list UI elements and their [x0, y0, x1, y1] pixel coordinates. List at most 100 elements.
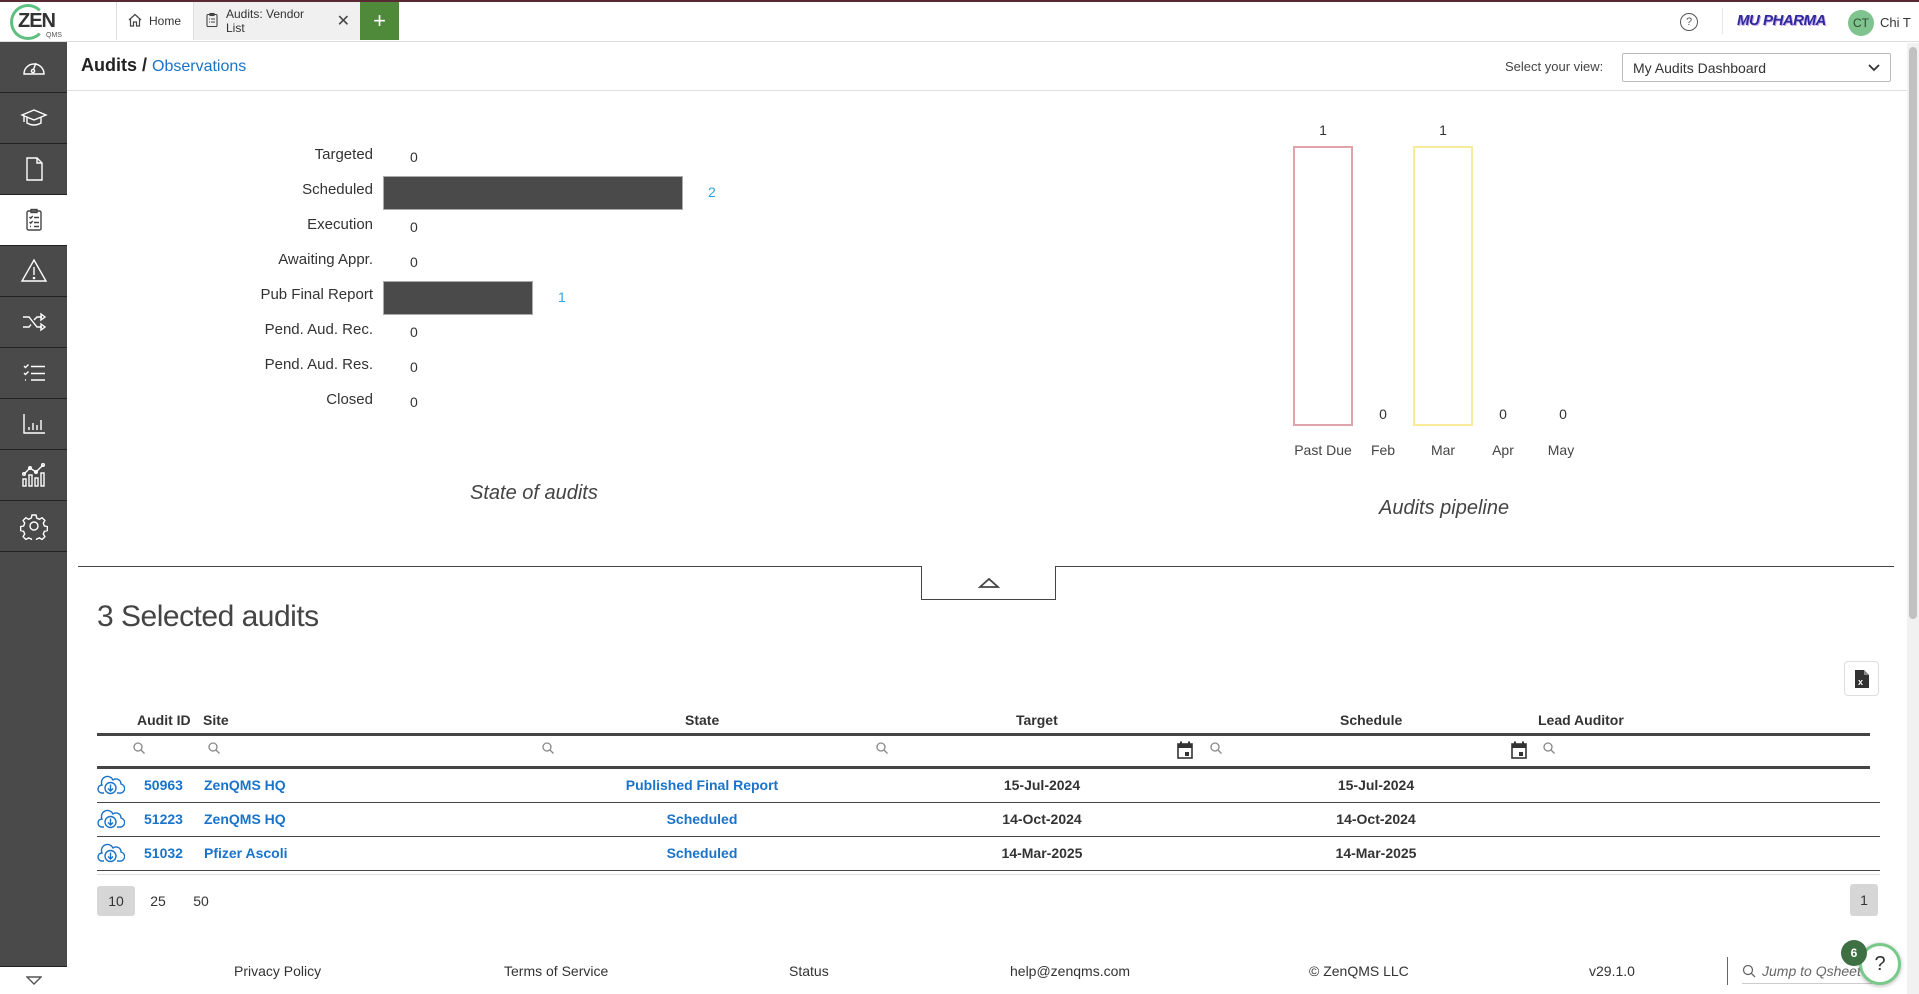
pipeline-chart-value-label: 1 [1319, 122, 1327, 138]
state-chart-bar[interactable] [383, 176, 683, 210]
breadcrumb: Audits / Observations [81, 55, 246, 76]
warning-icon [20, 258, 47, 282]
page-number-button[interactable]: 1 [1850, 884, 1878, 916]
state-of-audits-chart: Targeted 0 Scheduled 2 Execution 0 Awaiting Ap… [200, 140, 740, 440]
chevron-down-icon [1868, 63, 1880, 71]
user-name[interactable]: Chi T [1880, 15, 1911, 30]
page-size-50[interactable]: 50 [184, 886, 218, 916]
state-chart-row: Execution 0 [200, 210, 740, 244]
schedule-date: 14-Mar-2025 [1335, 845, 1417, 861]
sidebar-item-tasks[interactable] [0, 348, 67, 399]
clipboard-checklist-icon [25, 208, 42, 231]
state-chart-category-label: Scheduled [302, 181, 373, 198]
filter-site-search-icon[interactable] [207, 741, 221, 755]
trend-chart-icon [21, 463, 45, 487]
filter-schedule-search-icon[interactable] [1209, 741, 1223, 755]
sidebar-item-audits[interactable] [0, 195, 67, 246]
page-size-10[interactable]: 10 [97, 886, 135, 916]
status-link[interactable]: Status [789, 963, 829, 979]
schedule-calendar-icon[interactable] [1511, 741, 1527, 759]
audit-id-link[interactable]: 51223 [144, 811, 183, 827]
scrollbar-thumb[interactable] [1909, 47, 1917, 619]
excel-export-icon: x [1854, 669, 1869, 688]
chevron-up-icon [977, 577, 1000, 588]
company-brand-logo: MU PHARMA [1737, 12, 1826, 29]
column-header-state[interactable]: State [685, 712, 719, 728]
breadcrumb-observations-link[interactable]: Observations [152, 58, 246, 75]
state-chart-value-label: 0 [410, 394, 418, 410]
pipeline-chart-value-label: 0 [1559, 406, 1567, 422]
user-avatar[interactable]: CT [1848, 10, 1874, 36]
audits-pipeline-chart: 1 Past Due 0 Feb 1 Mar 0 Apr 0 May [1270, 110, 1600, 530]
column-header-lead-auditor[interactable]: Lead Auditor [1538, 712, 1624, 728]
state-chart-category-label: Targeted [314, 146, 373, 163]
column-header-target[interactable]: Target [1016, 712, 1058, 728]
table-bottom-rule [97, 874, 1880, 875]
page-size-25[interactable]: 25 [141, 886, 175, 916]
support-email-link[interactable]: help@zenqms.com [1010, 963, 1130, 979]
add-tab-button[interactable]: + [360, 2, 399, 40]
sidebar-item-reports[interactable] [0, 399, 67, 450]
site-link[interactable]: ZenQMS HQ [204, 777, 286, 793]
filter-state-search-icon[interactable] [541, 741, 555, 755]
sidebar-item-training[interactable] [0, 93, 67, 144]
target-calendar-icon[interactable] [1177, 741, 1193, 759]
bar-chart-icon [22, 414, 45, 434]
state-link[interactable]: Scheduled [577, 811, 827, 827]
column-header-audit-id[interactable]: Audit ID [137, 712, 191, 728]
state-chart-bar[interactable] [383, 281, 533, 315]
terms-of-service-link[interactable]: Terms of Service [504, 963, 608, 979]
close-tab-icon[interactable]: ✕ [337, 11, 350, 31]
pipeline-chart-bar[interactable] [1413, 146, 1473, 426]
home-icon [127, 12, 143, 31]
state-link[interactable]: Scheduled [577, 845, 827, 861]
pipeline-chart-value-label: 1 [1439, 122, 1447, 138]
state-link[interactable]: Published Final Report [577, 777, 827, 793]
pipeline-chart-bar[interactable] [1293, 146, 1353, 426]
tab-audits-vendor-list[interactable]: Audits: Vendor List ✕ [194, 2, 360, 40]
gear-icon [19, 514, 48, 540]
site-link[interactable]: Pfizer Ascoli [204, 845, 288, 861]
site-link[interactable]: ZenQMS HQ [204, 811, 286, 827]
table-row[interactable]: 51223 ZenQMS HQ Scheduled 14-Oct-2024 14… [97, 803, 1880, 837]
audit-id-link[interactable]: 51032 [144, 845, 183, 861]
export-excel-button[interactable]: x [1844, 661, 1879, 696]
tab-vendor-label: Audits: Vendor List [226, 7, 305, 35]
privacy-policy-link[interactable]: Privacy Policy [234, 963, 321, 979]
cloud-download-icon[interactable] [97, 808, 125, 830]
pipeline-chart-title: Audits pipeline [1379, 497, 1510, 519]
header-separator [1722, 8, 1723, 34]
collapse-charts-button[interactable] [921, 566, 1056, 600]
qsheet-placeholder: Jump to Qsheet [1762, 962, 1861, 979]
sidebar-item-documents[interactable] [0, 144, 67, 195]
logo-text: ZEN [18, 10, 56, 32]
zenqms-logo[interactable]: ZEN QMS [6, 4, 66, 42]
cloud-download-icon[interactable] [97, 774, 125, 796]
state-chart-row: Awaiting Appr. 0 [200, 245, 740, 279]
view-select-value: My Audits Dashboard [1633, 59, 1767, 76]
help-icon[interactable]: ? [1680, 13, 1698, 31]
page-scrollbar[interactable] [1907, 43, 1919, 994]
state-chart-category-label: Awaiting Appr. [278, 251, 373, 268]
audit-id-link[interactable]: 50963 [144, 777, 183, 793]
tab-home[interactable]: Home [116, 2, 194, 40]
sidebar-item-change[interactable] [0, 297, 67, 348]
table-row[interactable]: 50963 ZenQMS HQ Published Final Report 1… [97, 769, 1880, 803]
cloud-download-icon[interactable] [97, 842, 125, 864]
sidebar-item-dashboard[interactable] [0, 42, 67, 93]
filter-target-search-icon[interactable] [875, 741, 889, 755]
table-row[interactable]: 51032 Pfizer Ascoli Scheduled 14-Mar-202… [97, 837, 1880, 871]
sidebar-item-analytics[interactable] [0, 450, 67, 501]
sidebar-item-events[interactable] [0, 246, 67, 297]
sidebar-expand-button[interactable] [0, 966, 67, 994]
sidebar-item-settings[interactable] [0, 501, 67, 552]
filter-lead-auditor-search-icon[interactable] [1542, 741, 1556, 755]
column-header-site[interactable]: Site [203, 712, 229, 728]
filter-audit-id-search-icon[interactable] [132, 741, 146, 755]
schedule-date: 15-Jul-2024 [1337, 777, 1415, 793]
target-date: 14-Mar-2025 [1001, 845, 1083, 861]
view-select[interactable]: My Audits Dashboard [1622, 53, 1891, 82]
column-header-schedule[interactable]: Schedule [1340, 712, 1402, 728]
state-chart-category-label: Execution [307, 216, 373, 233]
target-date: 14-Oct-2024 [1002, 811, 1082, 827]
